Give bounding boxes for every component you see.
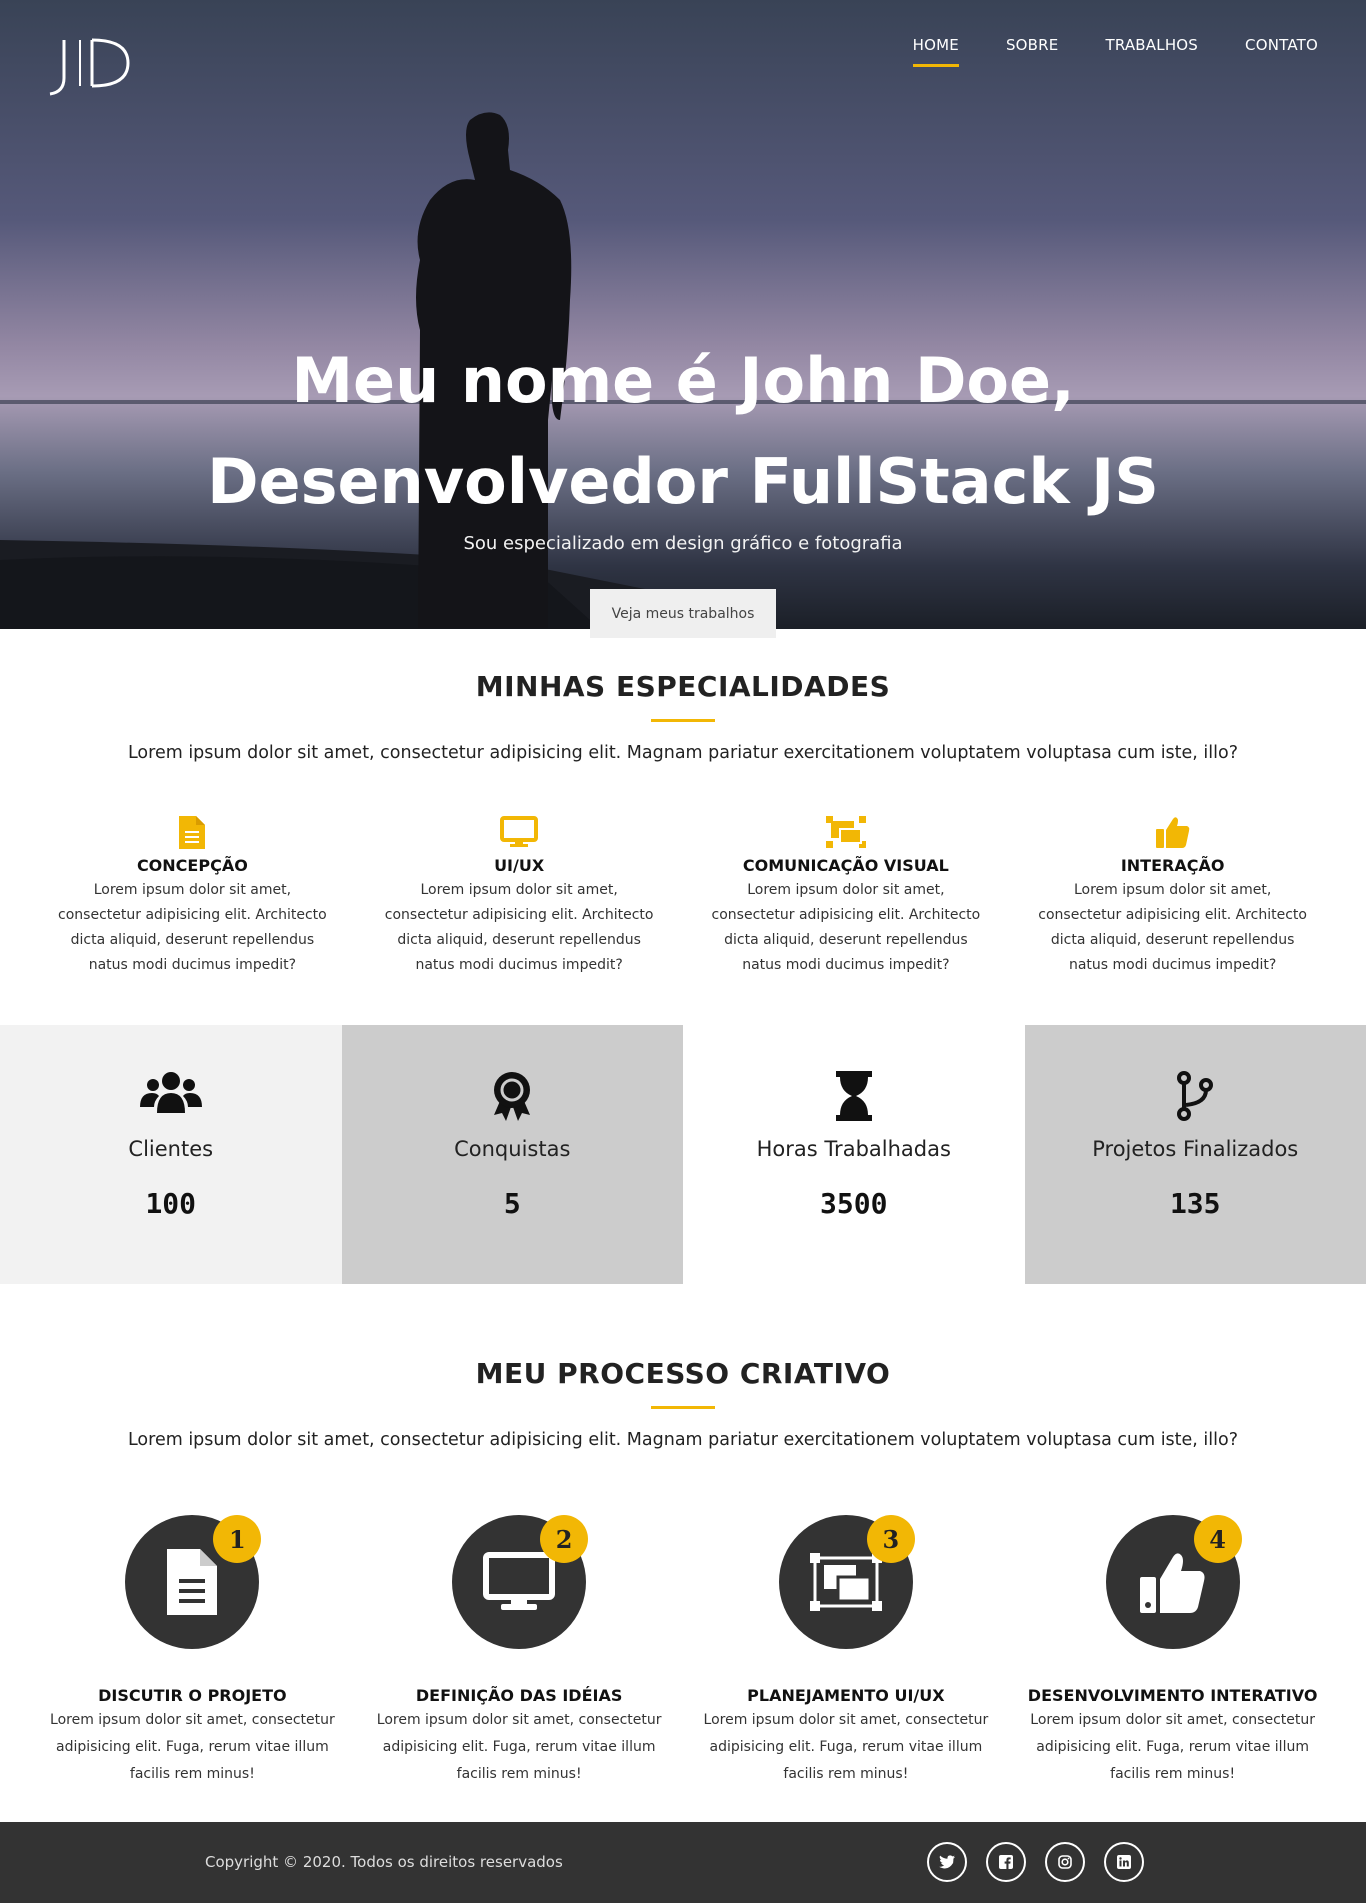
process-step-title: DEFINIÇÃO DAS IDÉIAS <box>415 1686 623 1705</box>
jd-logo[interactable] <box>44 34 132 96</box>
process-step-circle: 1 <box>125 1515 262 1649</box>
code-branch-icon <box>1025 1071 1366 1121</box>
process-description: Lorem ipsum dolor sit amet, consectetur … <box>127 1430 1239 1450</box>
see-works-button[interactable]: Veja meus trabalhos <box>590 589 776 638</box>
document-icon <box>29 812 356 852</box>
stat-label: Horas Trabalhadas <box>756 1137 951 1161</box>
process-step-title: DISCUTIR O PROJETO <box>98 1686 287 1705</box>
specialty-item: UI/UX Lorem ipsum dolor sit amet, consec… <box>356 812 683 978</box>
process-step: 3 PLANEJAMENTO UI/UX Lorem ipsum dolor s… <box>683 1515 1010 1788</box>
specialties-underline <box>651 719 715 722</box>
specialty-item: CONCEPÇÃO Lorem ipsum dolor sit amet, co… <box>29 812 356 978</box>
specialty-title: UI/UX <box>494 856 545 875</box>
specialty-title: COMUNICAÇÃO VISUAL <box>742 856 949 875</box>
stat-achievements: Conquistas 5 <box>341 1025 684 1284</box>
specialties-title: MINHAS ESPECIALIDADES <box>475 670 891 703</box>
process-step: 4 DESENVOLVIMENTO INTERATIVO Lorem ipsum… <box>1009 1515 1336 1788</box>
specialty-item: COMUNICAÇÃO VISUAL Lorem ipsum dolor sit… <box>683 812 1010 978</box>
step-number-badge: 2 <box>540 1515 589 1563</box>
linkedin-icon[interactable] <box>1104 1842 1144 1882</box>
hero-title: Meu nome é John Doe, Desenvolvedor FullS… <box>207 344 1159 518</box>
users-icon <box>0 1071 342 1115</box>
specialty-text: Lorem ipsum dolor sit amet, consectetur … <box>711 882 981 973</box>
step-number-badge: 1 <box>213 1515 262 1563</box>
stat-value: 100 <box>145 1187 197 1220</box>
specialty-text: Lorem ipsum dolor sit amet, consectetur … <box>1038 882 1307 973</box>
monitor-icon <box>356 812 683 852</box>
hero-subtitle: Sou especializado em design gráfico e fo… <box>463 533 903 554</box>
document-icon <box>167 1549 218 1615</box>
object-group-icon <box>683 812 1010 852</box>
process-step-circle: 3 <box>778 1515 915 1649</box>
stat-label: Projetos Finalizados <box>1092 1137 1299 1161</box>
page: HOME SOBRE TRABALHOS CONTATO Meu nome é … <box>0 0 1366 1903</box>
stats-section: Clientes 100 Conquistas 5 Horas Trabalha… <box>0 1025 1366 1284</box>
copyright-text: Copyright © 2020. Todos os direitos rese… <box>205 1853 563 1871</box>
process-title: MEU PROCESSO CRIATIVO <box>475 1357 891 1390</box>
hero-section: HOME SOBRE TRABALHOS CONTATO Meu nome é … <box>0 0 1366 629</box>
facebook-icon[interactable] <box>986 1842 1026 1882</box>
specialty-text: Lorem ipsum dolor sit amet, consectetur … <box>58 882 327 973</box>
stat-label: Conquistas <box>454 1137 571 1161</box>
process-underline <box>651 1406 715 1409</box>
specialties-description: Lorem ipsum dolor sit amet, consectetur … <box>127 743 1239 763</box>
process-step-title: DESENVOLVIMENTO INTERATIVO <box>1027 1686 1318 1705</box>
stat-value: 5 <box>503 1187 521 1220</box>
step-number-badge: 4 <box>1193 1515 1242 1563</box>
specialties-grid: CONCEPÇÃO Lorem ipsum dolor sit amet, co… <box>29 812 1336 978</box>
footer: Copyright © 2020. Todos os direitos rese… <box>0 1822 1366 1903</box>
process-step-circle: 4 <box>1105 1515 1242 1649</box>
stat-projects: Projetos Finalizados 135 <box>1024 1025 1366 1284</box>
nav-sobre[interactable]: SOBRE <box>1006 36 1059 67</box>
monitor-icon <box>483 1552 556 1610</box>
specialty-title: CONCEPÇÃO <box>136 856 248 875</box>
specialty-title: INTERAÇÃO <box>1120 856 1225 875</box>
nav-trabalhos[interactable]: TRABALHOS <box>1105 36 1198 67</box>
process-step: 2 DEFINIÇÃO DAS IDÉIAS Lorem ipsum dolor… <box>356 1515 683 1788</box>
instagram-icon[interactable] <box>1045 1842 1085 1882</box>
thumbs-up-icon <box>1139 1553 1205 1613</box>
process-step-text: Lorem ipsum dolor sit amet, consectetur … <box>376 1712 662 1782</box>
main-nav: HOME SOBRE TRABALHOS CONTATO <box>866 36 1318 67</box>
specialty-text: Lorem ipsum dolor sit amet, consectetur … <box>384 882 654 973</box>
process-grid: 1 DISCUTIR O PROJETO Lorem ipsum dolor s… <box>29 1515 1336 1788</box>
step-number-badge: 3 <box>866 1515 915 1563</box>
stat-value: 3500 <box>820 1187 888 1220</box>
process-step-title: PLANEJAMENTO UI/UX <box>747 1686 945 1705</box>
stat-value: 135 <box>1169 1187 1221 1220</box>
process-step-circle: 2 <box>452 1515 589 1649</box>
nav-contato[interactable]: CONTATO <box>1245 36 1318 67</box>
stat-hours: Horas Trabalhadas 3500 <box>683 1025 1025 1284</box>
social-links <box>927 1842 1163 1882</box>
stat-clients: Clientes 100 <box>0 1025 342 1284</box>
specialty-item: INTERAÇÃO Lorem ipsum dolor sit amet, co… <box>1009 812 1336 978</box>
process-step-text: Lorem ipsum dolor sit amet, consectetur … <box>703 1712 989 1782</box>
thumbs-up-icon <box>1009 812 1336 852</box>
stat-label: Clientes <box>128 1137 214 1161</box>
process-step-text: Lorem ipsum dolor sit amet, consectetur … <box>50 1712 335 1782</box>
award-icon <box>342 1071 684 1121</box>
process-step: 1 DISCUTIR O PROJETO Lorem ipsum dolor s… <box>29 1515 356 1788</box>
twitter-icon[interactable] <box>927 1842 967 1882</box>
object-group-icon <box>809 1553 882 1611</box>
hourglass-icon <box>683 1071 1025 1121</box>
process-step-text: Lorem ipsum dolor sit amet, consectetur … <box>1030 1712 1315 1782</box>
nav-home[interactable]: HOME <box>912 36 959 67</box>
